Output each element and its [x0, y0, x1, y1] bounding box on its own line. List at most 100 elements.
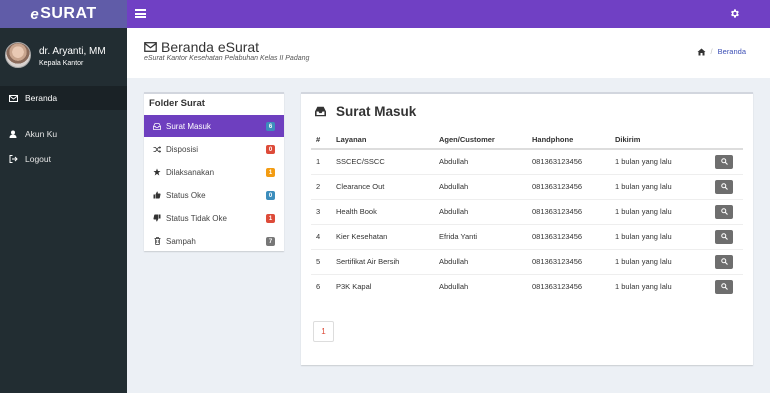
envelope-icon — [8, 94, 18, 102]
view-button[interactable] — [715, 204, 733, 219]
cell-layanan: SSCEC/SSCC — [331, 148, 434, 174]
cell-dikirim: 1 bulan yang lalu — [610, 198, 710, 224]
cell-action — [710, 248, 743, 274]
cell-dikirim: 1 bulan yang lalu — [610, 273, 710, 299]
cell-action — [710, 223, 743, 249]
inbox-panel: Surat Masuk # Layanan Agen/Customer Hand… — [301, 92, 753, 365]
column-header-dikirim: Dikirim — [610, 131, 710, 150]
cell-handphone: 081363123456 — [527, 273, 610, 299]
inbox-title: Surat Masuk — [314, 104, 416, 119]
view-button[interactable] — [715, 179, 733, 194]
view-button[interactable] — [715, 254, 733, 269]
table-row: 5 Sertifikat Air Bersih Abdullah 0813631… — [311, 248, 743, 274]
cell-layanan: Kier Kesehatan — [331, 223, 434, 249]
folder-item-sampah[interactable]: Sampah 7 — [144, 230, 284, 252]
random-icon — [152, 145, 162, 153]
sidebar-item-beranda[interactable]: Beranda — [0, 86, 127, 110]
search-icon — [720, 283, 728, 291]
folder-item-disposisi[interactable]: Disposisi 0 — [144, 138, 284, 160]
cell-action — [710, 273, 743, 299]
cell-agen: Abdullah — [434, 198, 527, 224]
user-name: dr. Aryanti, MM — [39, 46, 106, 57]
cell-dikirim: 1 bulan yang lalu — [610, 173, 710, 199]
column-header-layanan: Layanan — [331, 131, 434, 150]
view-button[interactable] — [715, 229, 733, 244]
sidebar-item-label: Logout — [25, 154, 51, 164]
cell-handphone: 081363123456 — [527, 248, 610, 274]
cell-handphone: 081363123456 — [527, 223, 610, 249]
table-header-row: # Layanan Agen/Customer Handphone Dikiri… — [311, 131, 743, 150]
pagination-page-1[interactable]: 1 — [313, 321, 334, 342]
cell-action — [710, 198, 743, 224]
folder-item-surat-masuk[interactable]: Surat Masuk 6 — [144, 115, 284, 137]
cell-dikirim: 1 bulan yang lalu — [610, 223, 710, 249]
cell-dikirim: 1 bulan yang lalu — [610, 248, 710, 274]
inbox-table: # Layanan Agen/Customer Handphone Dikiri… — [311, 131, 743, 299]
search-icon — [720, 208, 728, 215]
folder-item-label: Status Tidak Oke — [166, 213, 227, 223]
count-badge: 7 — [266, 237, 275, 246]
table-row: 3 Health Book Abdullah 081363123456 1 bu… — [311, 198, 743, 224]
column-header-action — [710, 131, 743, 150]
cell-number: 5 — [311, 248, 331, 274]
cell-agen: Efrida Yanti — [434, 223, 527, 249]
folder-item-status-oke[interactable]: Status Oke 0 — [144, 184, 284, 206]
view-button[interactable] — [715, 279, 733, 294]
folder-item-label: Sampah — [166, 236, 196, 246]
cell-layanan: Clearance Out — [331, 173, 434, 199]
count-badge: 6 — [266, 122, 275, 131]
app-logo[interactable]: e SURAT — [0, 0, 127, 28]
home-icon[interactable] — [697, 48, 706, 56]
column-header-number: # — [311, 131, 331, 150]
search-icon — [720, 183, 728, 190]
page-title: Beranda eSurat — [144, 39, 259, 55]
sidebar-item-logout[interactable]: Logout — [0, 147, 127, 171]
cell-action — [710, 148, 743, 174]
sidebar: dr. Aryanti, MM Kepala Kantor Beranda Ak… — [0, 28, 127, 393]
cell-handphone: 081363123456 — [527, 148, 610, 174]
top-navbar — [127, 0, 770, 28]
folder-item-dilaksanakan[interactable]: Dilaksanakan 1 — [144, 161, 284, 183]
sidebar-item-label: Akun Ku — [25, 129, 58, 139]
user-role: Kepala Kantor — [39, 60, 84, 67]
search-icon — [720, 233, 728, 240]
cell-layanan: P3K Kapal — [331, 273, 434, 299]
user-panel: dr. Aryanti, MM Kepala Kantor — [0, 28, 127, 84]
page-title-text: Beranda eSurat — [161, 39, 260, 55]
cell-agen: Abdullah — [434, 248, 527, 274]
sign-out-icon — [8, 155, 18, 163]
logo-prefix: e — [30, 5, 40, 23]
cell-number: 3 — [311, 198, 331, 224]
cell-number: 1 — [311, 148, 331, 174]
folder-panel-title: Folder Surat — [149, 98, 205, 109]
column-header-agen: Agen/Customer — [434, 131, 527, 150]
cell-agen: Abdullah — [434, 148, 527, 174]
breadcrumb-beranda[interactable]: Beranda — [718, 47, 746, 56]
trash-icon — [152, 237, 162, 245]
cell-number: 6 — [311, 273, 331, 299]
avatar — [5, 42, 31, 68]
breadcrumb: / Beranda — [697, 47, 746, 56]
count-badge: 1 — [266, 214, 275, 223]
count-badge: 0 — [266, 191, 275, 200]
inbox-icon — [314, 106, 327, 117]
cell-action — [710, 173, 743, 199]
sidebar-item-akun-ku[interactable]: Akun Ku — [0, 122, 127, 146]
folder-item-label: Disposisi — [166, 144, 199, 154]
content-header: Beranda eSurat eSurat Kantor Kesehatan P… — [127, 28, 770, 78]
cell-number: 4 — [311, 223, 331, 249]
gear-icon[interactable] — [729, 8, 740, 19]
folder-item-status-tidak-oke[interactable]: Status Tidak Oke 1 — [144, 207, 284, 229]
thumbs-down-icon — [152, 214, 162, 222]
inbox-title-text: Surat Masuk — [336, 104, 417, 119]
folder-item-label: Dilaksanakan — [166, 167, 215, 177]
menu-toggle-icon[interactable] — [135, 9, 146, 18]
table-row: 4 Kier Kesehatan Efrida Yanti 0813631234… — [311, 223, 743, 249]
logo-text: SURAT — [40, 5, 97, 22]
table-row: 1 SSCEC/SSCC Abdullah 081363123456 1 bul… — [311, 148, 743, 174]
table-row: 2 Clearance Out Abdullah 081363123456 1 … — [311, 173, 743, 199]
count-badge: 0 — [266, 145, 275, 154]
cell-handphone: 081363123456 — [527, 198, 610, 224]
cell-agen: Abdullah — [434, 173, 527, 199]
view-button[interactable] — [715, 154, 733, 169]
